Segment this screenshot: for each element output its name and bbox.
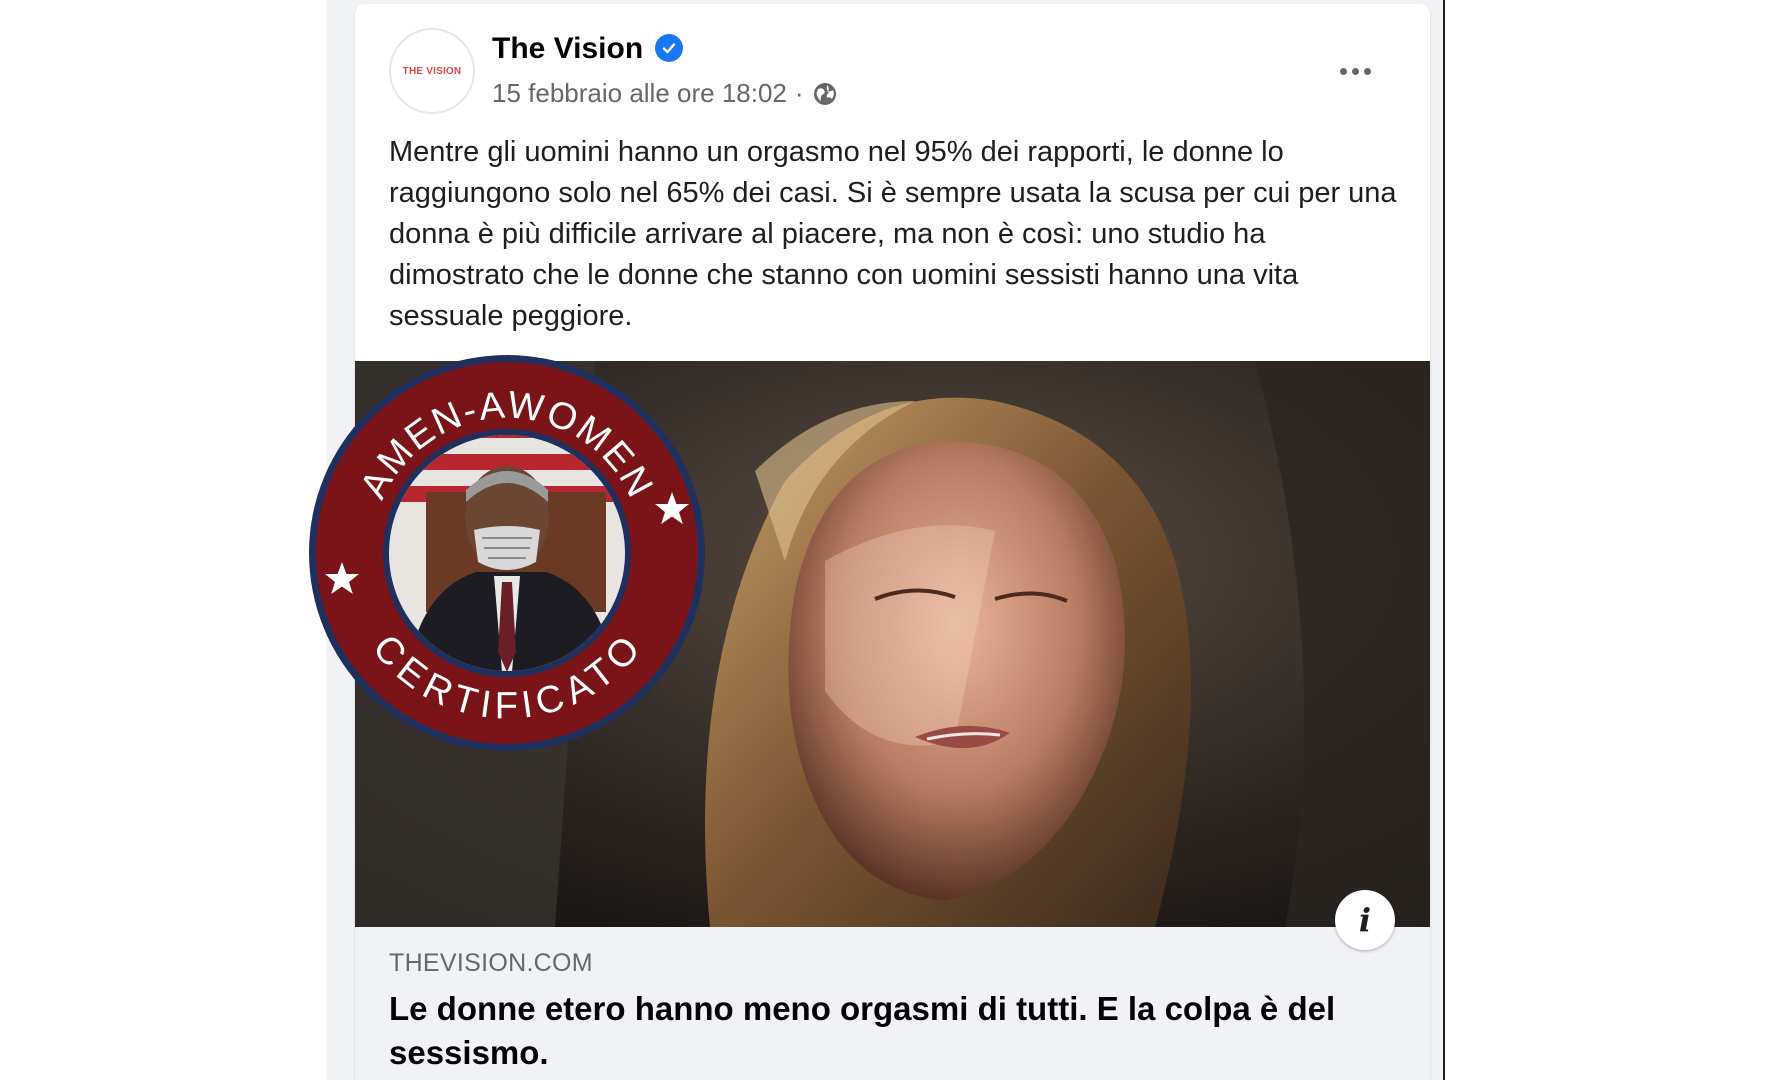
- post-timestamp-link[interactable]: 15 febbraio alle ore 18:02: [492, 78, 787, 109]
- more-horizontal-icon: [1363, 67, 1371, 75]
- page-name-link[interactable]: The Vision: [492, 32, 643, 66]
- more-horizontal-icon: [1339, 67, 1347, 75]
- globe-icon[interactable]: [812, 81, 838, 107]
- avatar-logo-text: THE VISION: [402, 65, 462, 77]
- link-preview-footer[interactable]: THEVISION.COM Le donne etero hanno meno …: [355, 927, 1430, 1080]
- right-divider: [1443, 0, 1445, 1080]
- info-icon[interactable]: i: [1335, 890, 1395, 950]
- link-title[interactable]: Le donne etero hanno meno orgasmi di tut…: [389, 987, 1369, 1075]
- verified-badge-icon: [655, 34, 683, 62]
- more-options-button[interactable]: [1330, 56, 1380, 86]
- post-message: Mentre gli uomini hanno un orgasmo nel 9…: [389, 136, 1397, 332]
- meta-separator: ·: [794, 78, 804, 108]
- amen-awomen-seal: AMEN-AWOMEN CERTIFICATO: [306, 352, 708, 754]
- page-background: [0, 0, 326, 1080]
- link-domain: THEVISION.COM: [389, 949, 593, 977]
- more-horizontal-icon: [1351, 67, 1359, 75]
- page-avatar[interactable]: THE VISION: [389, 28, 475, 114]
- post-meta: 15 febbraio alle ore 18:02 ·: [492, 78, 838, 109]
